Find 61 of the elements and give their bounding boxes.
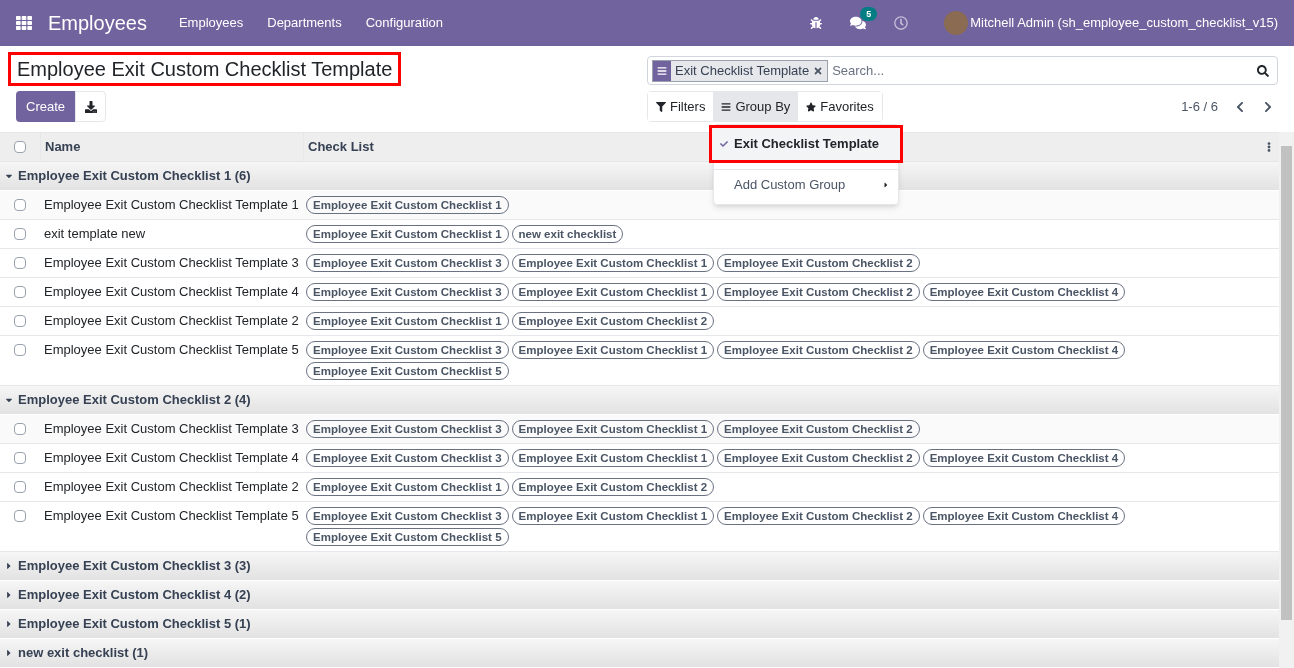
star-icon xyxy=(806,101,817,112)
avatar xyxy=(944,11,969,35)
remove-facet-icon[interactable] xyxy=(813,65,824,76)
row-checkbox[interactable] xyxy=(14,199,26,211)
bug-icon[interactable] xyxy=(810,17,823,29)
clock-icon[interactable] xyxy=(894,16,909,30)
name-cell-text: Employee Exit Custom Checklist Template 4 xyxy=(43,449,300,467)
download-button[interactable] xyxy=(75,91,107,122)
filter-icon xyxy=(656,101,666,112)
name-cell-text: Employee Exit Custom Checklist Template 3 xyxy=(43,254,300,272)
group-header-row[interactable]: Employee Exit Custom Checklist 3 (3) xyxy=(0,552,1279,581)
apps-menu-icon[interactable] xyxy=(16,15,32,31)
nav-menu-item[interactable]: Departments xyxy=(267,13,342,33)
search-input[interactable]: Search... xyxy=(832,60,1253,81)
column-header[interactable]: Check List xyxy=(308,137,374,157)
scrollbar[interactable] xyxy=(1279,132,1294,668)
column-options-icon[interactable] xyxy=(1265,142,1273,152)
page-title: Employee Exit Custom Checklist Template xyxy=(8,52,402,86)
name-cell-text: Employee Exit Custom Checklist Template 5 xyxy=(43,507,300,525)
check-icon xyxy=(720,140,728,148)
group-header-row[interactable]: Employee Exit Custom Checklist 4 (2) xyxy=(0,581,1279,610)
create-button[interactable]: Create xyxy=(16,91,76,122)
app-title: Employees xyxy=(48,11,147,36)
download-icon xyxy=(84,100,97,113)
group-header-row[interactable]: new exit checklist (1) xyxy=(0,639,1279,668)
bars-icon xyxy=(721,101,732,112)
name-cell-text: Employee Exit Custom Checklist Template 2 xyxy=(43,312,300,330)
row-checkbox[interactable] xyxy=(14,452,26,464)
pager-value: 1-6 / 6 xyxy=(1181,97,1218,116)
nav-menu-item[interactable]: Employees xyxy=(178,13,244,33)
group-by-icon xyxy=(657,65,667,76)
column-header[interactable]: Name xyxy=(40,133,303,161)
group-by-option[interactable]: Exit Checklist Template xyxy=(709,125,903,163)
group-header-row[interactable]: Employee Exit Custom Checklist 5 (1) xyxy=(0,610,1279,639)
row-checkbox[interactable] xyxy=(14,286,26,298)
notification-badge: 5 xyxy=(860,7,878,21)
previous-page-icon[interactable] xyxy=(1234,100,1246,113)
row-checkbox[interactable] xyxy=(14,257,26,269)
group-header-row[interactable]: Employee Exit Custom Checklist 2 (4) xyxy=(0,386,1279,415)
search-option-button[interactable]: Group By xyxy=(713,92,799,121)
next-page-icon[interactable] xyxy=(1262,100,1274,113)
row-checkbox[interactable] xyxy=(14,315,26,327)
row-checkbox[interactable] xyxy=(14,228,26,240)
caret-icon xyxy=(882,181,890,189)
user-menu[interactable]: Mitchell Admin (sh_employee_custom_checklist_v15) xyxy=(970,13,1278,33)
name-cell-text: Employee Exit Custom Checklist Template 5 xyxy=(43,341,300,359)
name-cell-text: Employee Exit Custom Checklist Template 1 xyxy=(43,196,300,214)
name-cell-text: exit template new xyxy=(43,225,147,243)
name-cell-text: Employee Exit Custom Checklist Template 4 xyxy=(43,283,300,301)
facet-label: Exit Checklist Template xyxy=(674,61,811,80)
nav-menu-item[interactable]: Configuration xyxy=(365,13,443,33)
search-bar[interactable]: Exit Checklist Template Search... xyxy=(647,56,1278,85)
row-checkbox[interactable] xyxy=(14,423,26,435)
row-checkbox[interactable] xyxy=(14,481,26,493)
chat-icon[interactable] xyxy=(850,15,867,31)
name-cell-text: Employee Exit Custom Checklist Template 2 xyxy=(43,478,300,496)
row-checkbox[interactable] xyxy=(14,344,26,356)
search-icon[interactable] xyxy=(1257,64,1269,77)
name-cell-text: Employee Exit Custom Checklist Template 3 xyxy=(43,420,300,438)
select-all-checkbox[interactable] xyxy=(14,141,26,153)
row-checkbox[interactable] xyxy=(14,510,26,522)
